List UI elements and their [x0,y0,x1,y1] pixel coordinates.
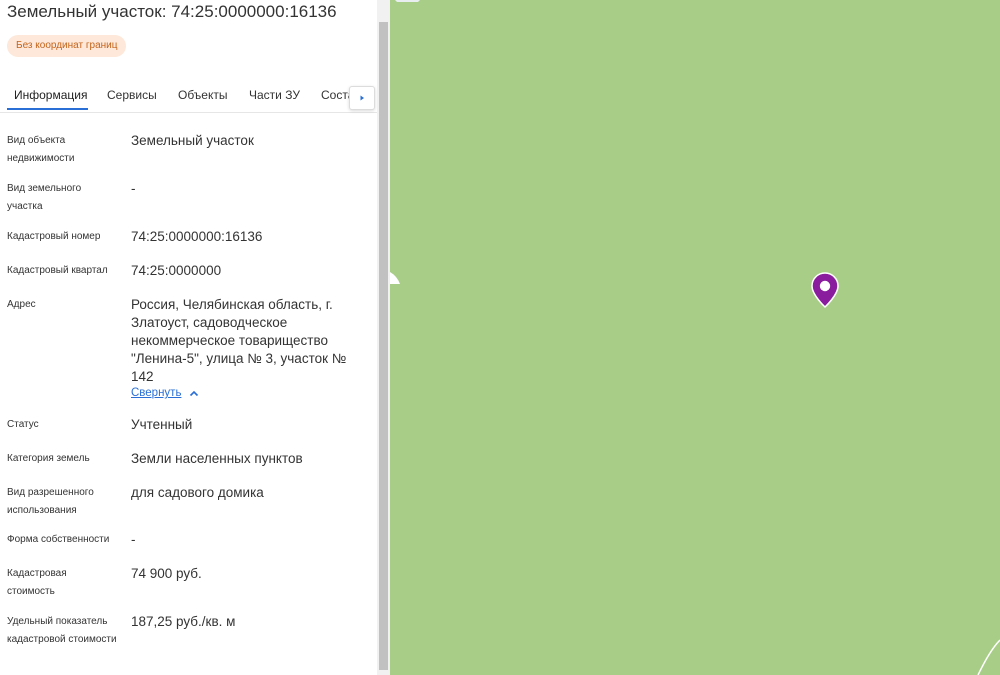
field-label: Адрес [7,299,36,310]
field-value: для садового домика [131,485,264,500]
tabs-scroll-button[interactable] [349,86,375,110]
field-label: Кадастровый квартал [7,265,108,276]
field-value: - [131,181,136,196]
tab-info[interactable]: Информация [14,88,87,102]
tab-parts[interactable]: Части ЗУ [249,88,300,102]
field-label: Удельный показатель кадастровой стоимост… [7,616,117,645]
field-value: Россия, Челябинская область, г. Златоуст… [131,297,347,384]
panel-scrollbar[interactable] [377,0,390,675]
field-value: - [131,532,136,547]
field-value: 74:25:0000000 [131,263,222,278]
collapse-link[interactable]: Свернуть [131,387,181,399]
field-label: Вид разрешенного использования [7,487,94,516]
map-features [390,0,1000,675]
field-label: Форма собственности [7,534,110,545]
chevron-right-icon [360,95,364,101]
field-label: Кадастровый номер [7,231,101,242]
map-pin-icon[interactable] [811,272,839,308]
map-road-fragment [390,272,400,284]
field-value: 187,25 руб./кв. м [131,614,236,629]
scrollbar-thumb[interactable] [379,22,388,670]
field-value: 74:25:0000000:16136 [131,229,263,244]
tab-objects[interactable]: Объекты [178,88,228,102]
tab-services[interactable]: Сервисы [107,88,157,102]
field-label: Категория земель [7,453,90,464]
map-edge-fragment [395,0,420,2]
field-value: Земли населенных пунктов [131,451,303,466]
field-value: Земельный участок [131,133,254,148]
status-badge: Без координат границ [7,35,127,57]
field-label: Вид объекта недвижимости [7,135,75,164]
field-label: Вид земельного участка [7,183,82,212]
map-view[interactable] [390,0,1000,675]
map-road-fragment [977,639,1000,675]
field-label: Кадастровая стоимость [7,568,67,597]
field-value: 74 900 руб. [131,566,202,581]
field-value: Учтенный [131,417,193,432]
active-tab-indicator [7,108,88,110]
field-label: Статус [7,419,39,430]
page-title: Земельный участок: 74:25:0000000:16136 [7,2,337,21]
chevron-up-icon[interactable] [188,388,200,400]
info-panel: Земельный участок: 74:25:0000000:16136 Б… [0,0,377,675]
